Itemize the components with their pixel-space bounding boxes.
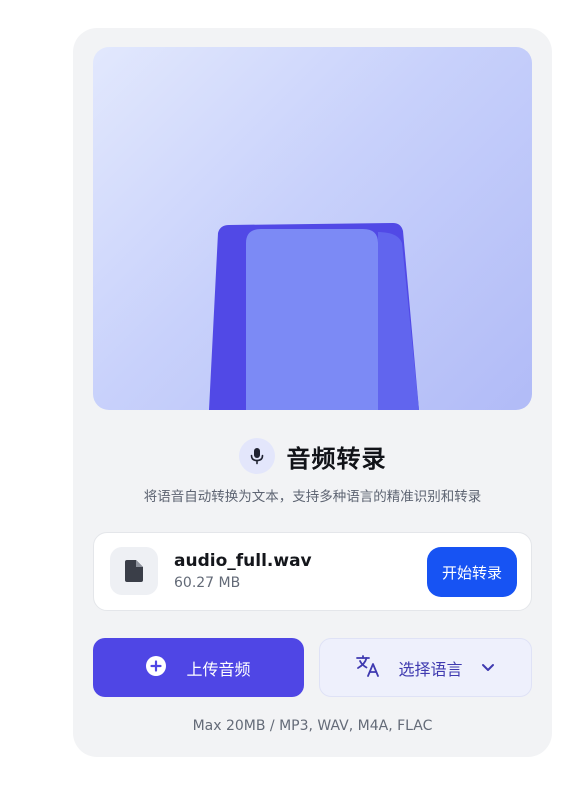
hero-illustration <box>93 47 532 410</box>
page-subtitle: 将语音自动转换为文本，支持多种语言的精准识别和转录 <box>143 489 482 505</box>
file-format-hint: Max 20MB / MP3, WAV, M4A, FLAC <box>192 718 433 734</box>
upload-audio-button[interactable]: 上传音频 <box>93 638 304 697</box>
title-row: 音频转录 <box>73 436 552 476</box>
page-title: 音频转录 <box>286 444 387 473</box>
start-transcription-button[interactable]: 开始转录 <box>427 547 517 597</box>
selected-file-card: audio_full.wav 60.27 MB 开始转录 <box>93 532 532 611</box>
hero-illustration-graphic <box>209 223 419 410</box>
microphone-icon <box>238 438 275 474</box>
language-select-label: 选择语言 <box>398 659 463 679</box>
language-select[interactable]: 选择语言 <box>319 638 532 697</box>
upload-audio-label: 上传音频 <box>186 659 251 679</box>
translate-icon <box>356 654 380 681</box>
file-size: 60.27 MB <box>174 575 241 591</box>
plus-circle-icon <box>146 655 167 680</box>
file-icon <box>110 547 158 595</box>
file-name: audio_full.wav <box>174 551 312 571</box>
transcription-card: 音频转录 将语音自动转换为文本，支持多种语言的精准识别和转录 audio_ful… <box>73 28 552 757</box>
chevron-down-icon <box>481 658 495 677</box>
